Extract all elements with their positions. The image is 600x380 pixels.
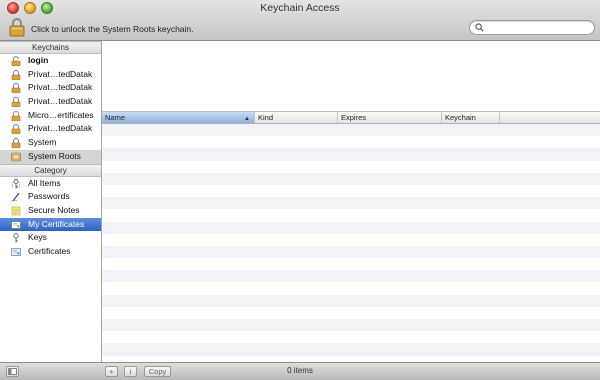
copy-button[interactable]: Copy: [144, 366, 171, 377]
lock-icon[interactable]: [9, 17, 25, 37]
all-items-icon: [11, 178, 21, 188]
sidebar-toggle-icon: [8, 368, 17, 375]
table-row: [102, 184, 600, 198]
table-row: [102, 136, 600, 149]
certificate-icon: [11, 248, 21, 256]
table-row: [102, 319, 600, 332]
search-input[interactable]: [486, 22, 588, 33]
table-row: [102, 148, 600, 161]
column-header-name[interactable]: Name ▲: [102, 112, 255, 123]
sidebar-item-keychain[interactable]: Privat…tedDatak: [0, 81, 101, 95]
show-keychains-button[interactable]: [6, 366, 19, 377]
table-row: [102, 221, 600, 234]
table-row: [102, 124, 600, 137]
column-header-kind[interactable]: Kind: [255, 112, 338, 123]
key-icon: [13, 233, 19, 243]
table-row: [102, 245, 600, 259]
table-row: [102, 294, 600, 307]
sidebar-item-label: All Items: [28, 177, 61, 188]
sidebar-item-certificates[interactable]: Certificates: [0, 245, 101, 259]
unlock-message[interactable]: Click to unlock the System Roots keychai…: [31, 24, 194, 34]
table-rows: [102, 124, 600, 362]
title-bar: Keychain Access Click to unlock the Syst…: [0, 0, 600, 41]
table-row: [102, 160, 600, 173]
add-item-button[interactable]: +: [105, 366, 118, 377]
search-icon: [475, 23, 484, 32]
category-header: Category: [0, 163, 101, 177]
items-table[interactable]: Name ▲ Kind Expires Keychain: [102, 112, 600, 362]
sidebar-item-keys[interactable]: Keys: [0, 231, 101, 245]
lock-open-icon: [11, 56, 21, 66]
sidebar-item-system-roots[interactable]: System Roots: [0, 149, 101, 164]
table-row: [102, 331, 600, 344]
lock-icon: [11, 97, 21, 108]
sidebar-item-label: Keys: [28, 232, 47, 243]
table-row: [102, 282, 600, 295]
sidebar: Keychains login Privat…tedDatak Privat…t…: [0, 41, 102, 362]
lock-icon: [11, 83, 21, 94]
keychain-access-window: Keychain Access Click to unlock the Syst…: [0, 0, 600, 380]
sidebar-item-passwords[interactable]: Passwords: [0, 190, 101, 204]
item-preview-pane: [102, 41, 600, 112]
cabinet-icon: [11, 152, 21, 162]
info-button[interactable]: i: [124, 366, 137, 377]
table-row: [102, 172, 600, 185]
sidebar-item-keychain[interactable]: Privat…tedDatak: [0, 95, 101, 109]
lock-icon: [11, 124, 21, 135]
item-count-status: 0 items: [287, 366, 313, 375]
table-row: [102, 306, 600, 319]
table-row: [102, 233, 600, 246]
sidebar-item-keychain[interactable]: Privat…tedDatak: [0, 122, 101, 136]
sidebar-item-label: System: [28, 137, 57, 148]
sidebar-item-login[interactable]: login: [0, 54, 101, 68]
bottom-bar: + i Copy 0 items: [0, 362, 600, 380]
sidebar-item-my-certificates[interactable]: My Certificates: [0, 217, 101, 232]
table-header: Name ▲ Kind Expires Keychain: [102, 112, 600, 124]
sidebar-item-system[interactable]: System: [0, 136, 101, 150]
lock-icon: [11, 69, 21, 80]
sidebar-item-label: Secure Notes: [28, 204, 80, 215]
lock-icon: [11, 110, 21, 121]
sidebar-item-label: Privat…tedDatak: [28, 123, 93, 134]
window-title: Keychain Access: [260, 2, 340, 14]
column-header-keychain[interactable]: Keychain: [442, 112, 500, 123]
sidebar-item-secure-notes[interactable]: Secure Notes: [0, 204, 101, 218]
lock-icon: [11, 138, 21, 149]
table-row: [102, 343, 600, 356]
sidebar-item-all-items[interactable]: All Items: [0, 177, 101, 191]
search-field[interactable]: [469, 20, 595, 35]
sidebar-item-label: Certificates: [28, 245, 71, 256]
note-icon: [11, 206, 21, 216]
table-row: [102, 197, 600, 210]
keychains-header: Keychains: [0, 41, 101, 54]
sidebar-item-label: Privat…tedDatak: [28, 68, 93, 79]
sidebar-item-label: Privat…tedDatak: [28, 82, 93, 93]
sort-ascending-icon: ▲: [244, 116, 250, 122]
pen-icon: [11, 192, 20, 202]
sidebar-item-label: Micro…ertificates: [28, 109, 94, 120]
sidebar-item-label: My Certificates: [28, 218, 85, 229]
sidebar-item-label: login: [28, 55, 49, 65]
sidebar-item-keychain[interactable]: Privat…tedDatak: [0, 68, 101, 82]
column-header-expires[interactable]: Expires: [338, 112, 442, 123]
table-row: [102, 209, 600, 222]
table-row: [102, 270, 600, 283]
sidebar-item-label: Privat…tedDatak: [28, 96, 93, 107]
sidebar-item-keychain[interactable]: Micro…ertificates: [0, 109, 101, 123]
sidebar-item-label: Passwords: [28, 191, 70, 202]
sidebar-item-label: System Roots: [28, 150, 81, 161]
my-certificate-icon: [11, 220, 21, 229]
table-row: [102, 258, 600, 271]
